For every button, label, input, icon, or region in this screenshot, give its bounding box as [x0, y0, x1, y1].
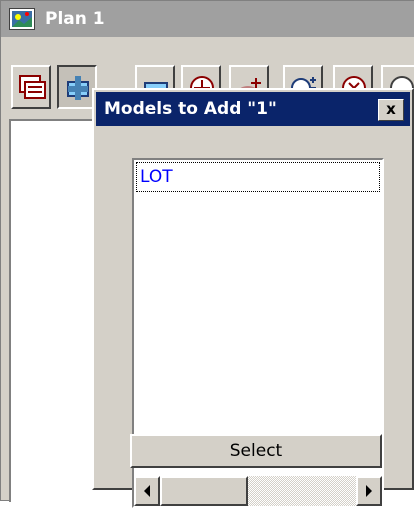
horizontal-scrollbar[interactable]: [134, 476, 382, 506]
scroll-right-button[interactable]: [356, 476, 382, 506]
plan-title: Plan 1: [45, 9, 105, 29]
list-item[interactable]: LOT: [136, 162, 380, 192]
scrollbar-thumb[interactable]: [160, 476, 248, 506]
scroll-left-button[interactable]: [134, 476, 160, 506]
dialog-title: Models to Add "1": [104, 99, 277, 119]
plan-app-icon[interactable]: [9, 8, 35, 30]
dialog-title-bar[interactable]: Models to Add "1" x: [96, 92, 410, 126]
add-model-button[interactable]: [57, 65, 97, 109]
plan-title-bar[interactable]: Plan 1: [1, 1, 414, 37]
close-button[interactable]: x: [378, 99, 404, 121]
models-to-add-dialog: Models to Add "1" x LOT Select: [92, 88, 414, 508]
close-icon: x: [386, 100, 396, 118]
select-button[interactable]: Select: [130, 434, 382, 468]
models-list[interactable]: LOT: [134, 160, 382, 476]
plot-views-button[interactable]: [11, 65, 51, 109]
